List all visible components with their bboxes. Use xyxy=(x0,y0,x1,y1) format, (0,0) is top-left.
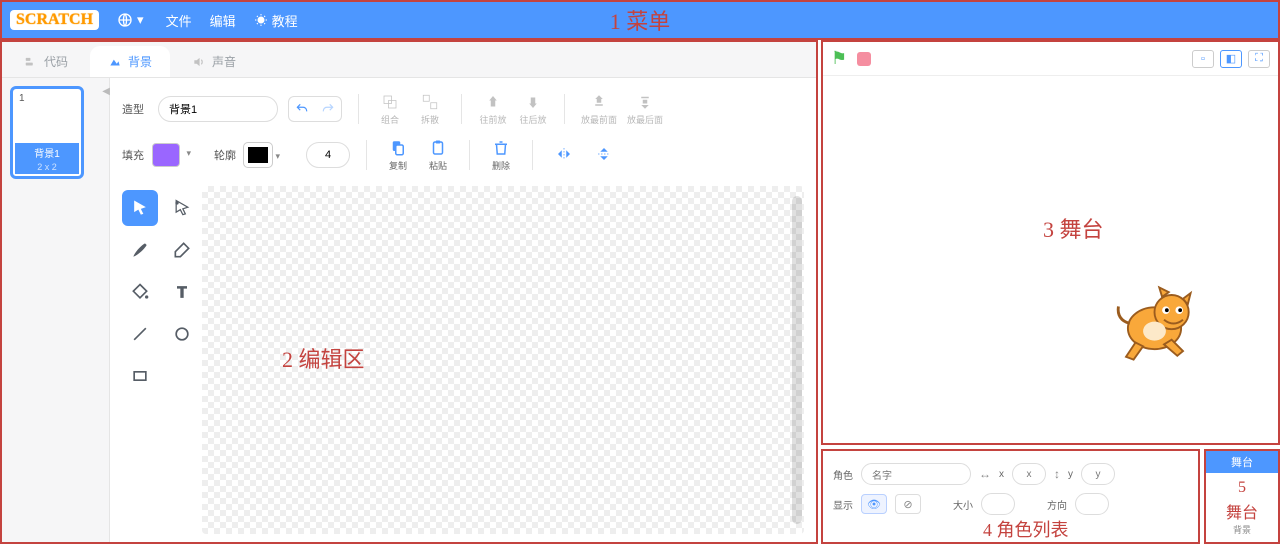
costume-label: 造型 xyxy=(122,101,144,117)
size-input[interactable] xyxy=(981,493,1015,515)
x-input[interactable]: x xyxy=(1012,463,1046,485)
backdrop-count-label: 背景 xyxy=(1233,523,1251,536)
annotation-menu: 1 菜单 xyxy=(610,4,671,36)
stroke-color-swatch[interactable]: ▾ xyxy=(244,143,272,167)
stage-canvas[interactable] xyxy=(829,76,1272,437)
y-icon: ↕ xyxy=(1054,467,1060,481)
backward-button[interactable]: 往后放 xyxy=(518,93,548,126)
tabs-bar: 代码 背景 声音 xyxy=(2,42,816,78)
scratch-logo: SCRATCH xyxy=(10,10,99,30)
tool-palette xyxy=(122,186,202,534)
flip-horizontal-button[interactable] xyxy=(549,145,579,165)
fullscreen-button[interactable]: ⛶ xyxy=(1248,50,1270,68)
costume-item[interactable]: 1 背景1 2 x 2 xyxy=(10,86,84,179)
annotation-stage-small-num: 5 xyxy=(1238,479,1246,497)
language-menu[interactable]: ▾ xyxy=(117,12,148,28)
edit-menu[interactable]: 编辑 xyxy=(210,11,236,30)
eraser-tool[interactable] xyxy=(164,232,200,268)
small-stage-button[interactable]: ▫ xyxy=(1192,50,1214,68)
stage-panel: ⚑ ▫ ◧ ⛶ xyxy=(821,40,1280,445)
text-tool[interactable] xyxy=(164,274,200,310)
sprite-info-panel: 角色 名字 ↔ x x ↕ y y 显示 👁 ⊘ 大小 xyxy=(821,449,1200,544)
size-label: 大小 xyxy=(953,497,973,512)
costume-number: 1 xyxy=(19,93,25,104)
file-menu[interactable]: 文件 xyxy=(166,11,192,30)
tab-sounds[interactable]: 声音 xyxy=(174,46,254,77)
brush-tool[interactable] xyxy=(122,232,158,268)
show-label: 显示 xyxy=(833,497,853,512)
y-label: y xyxy=(1068,469,1073,480)
costume-name-label: 背景1 xyxy=(15,143,79,162)
circle-tool[interactable] xyxy=(164,316,200,352)
hide-button[interactable]: ⊘ xyxy=(895,494,921,514)
show-button[interactable]: 👁 xyxy=(861,494,887,514)
select-tool[interactable] xyxy=(122,190,158,226)
delete-button[interactable]: 删除 xyxy=(486,139,516,172)
rect-tool[interactable] xyxy=(122,358,158,394)
x-label: x xyxy=(999,469,1004,480)
collapse-icon[interactable]: ◀ xyxy=(102,86,110,97)
fill-tool[interactable] xyxy=(122,274,158,310)
tutorials-menu[interactable]: 教程 xyxy=(254,11,298,30)
flip-vertical-button[interactable] xyxy=(589,145,619,165)
paste-button[interactable]: 粘贴 xyxy=(423,139,453,172)
forward-button[interactable]: 往前放 xyxy=(478,93,508,126)
annotation-stage: 3 舞台 xyxy=(1043,212,1104,244)
undo-button[interactable] xyxy=(289,97,315,121)
line-tool[interactable] xyxy=(122,316,158,352)
fill-color-swatch[interactable]: ▾ xyxy=(152,143,180,167)
direction-input[interactable] xyxy=(1075,493,1109,515)
canvas-scrollbar[interactable] xyxy=(792,196,802,524)
front-button[interactable]: 放最前面 xyxy=(581,93,617,126)
editor-panel: 代码 背景 声音 ◀ 1 xyxy=(0,40,818,544)
annotation-editor: 2 编辑区 xyxy=(282,342,365,374)
reshape-tool[interactable] xyxy=(164,190,200,226)
tab-backdrops[interactable]: 背景 xyxy=(90,46,170,77)
annotation-sprites: 4 角色列表 xyxy=(983,516,1069,542)
xy-icon: ↔ xyxy=(979,467,991,481)
large-stage-button[interactable]: ◧ xyxy=(1220,50,1242,68)
stroke-width-input[interactable] xyxy=(306,142,350,168)
back-button[interactable]: 放最后面 xyxy=(627,93,663,126)
annotation-stage-small-text: 舞台 xyxy=(1226,499,1258,523)
sprite-name-input[interactable]: 名字 xyxy=(861,463,971,485)
stop-button[interactable] xyxy=(857,52,871,66)
menu-bar: SCRATCH ▾ 文件 编辑 教程 1 菜单 xyxy=(0,0,1280,40)
scratch-cat-sprite[interactable] xyxy=(1107,276,1202,371)
costume-name-input[interactable] xyxy=(158,96,278,122)
y-input[interactable]: y xyxy=(1081,463,1115,485)
copy-button[interactable]: 复制 xyxy=(383,139,413,172)
group-button[interactable]: 组合 xyxy=(375,93,405,126)
green-flag-button[interactable]: ⚑ xyxy=(831,48,847,69)
stroke-label: 轮廓 xyxy=(214,147,236,163)
direction-label: 方向 xyxy=(1047,497,1067,512)
tab-code[interactable]: 代码 xyxy=(6,46,86,77)
costume-list: ◀ 1 背景1 2 x 2 xyxy=(2,78,110,542)
sprite-label: 角色 xyxy=(833,467,853,482)
stage-selector-header: 舞台 xyxy=(1206,451,1278,473)
ungroup-button[interactable]: 拆散 xyxy=(415,93,445,126)
fill-label: 填充 xyxy=(122,147,144,163)
costume-size-label: 2 x 2 xyxy=(15,162,79,174)
stage-selector[interactable]: 舞台 5 舞台 背景 xyxy=(1204,449,1280,544)
redo-button[interactable] xyxy=(315,97,341,121)
